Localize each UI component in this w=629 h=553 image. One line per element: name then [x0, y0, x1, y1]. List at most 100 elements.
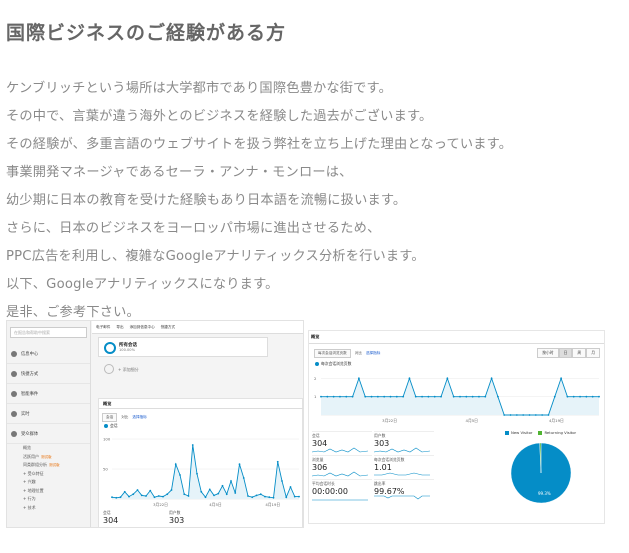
data-point [179, 474, 181, 476]
tab-divider [309, 343, 604, 344]
series-line [111, 444, 299, 499]
data-point [433, 395, 436, 398]
granularity-toggle: 按小时 日 周 月 [537, 348, 600, 358]
data-point [157, 495, 160, 497]
data-point [234, 492, 237, 494]
sessions-line-chart: 100 50 3月22日 4月5日 4月19日 [103, 437, 300, 507]
data-point [541, 414, 544, 416]
data-point [478, 395, 480, 398]
x-tick-label: 4月5日 [466, 418, 479, 423]
data-point [238, 463, 241, 466]
legend-dot-icon [315, 362, 319, 366]
segment-circle-icon [104, 342, 116, 354]
metric-controls: 每次会话浏览页数 对比 选择指标 [314, 349, 380, 358]
add-segment-label: + 添加细分 [118, 367, 139, 372]
sidebar-subitem: 活跃用户 测试版 [7, 453, 90, 462]
dashboard-icon [11, 350, 17, 357]
data-point [351, 395, 354, 398]
x-tick-label: 3月22日 [382, 418, 397, 423]
data-point [534, 414, 537, 416]
data-point [149, 489, 152, 492]
data-point [547, 414, 550, 416]
analytics-sidebar: 在报告和帮助中搜索 信息中心 快捷方式 智能事件 实时 受众群体 概览 活跃用户… [7, 321, 91, 527]
data-point [522, 414, 525, 416]
paragraph-line: 以下、Googleアナリティックスになります。 [6, 277, 279, 292]
paragraph-line: 事業開発マネージャであるセーラ・アンナ・モンローは、 [6, 165, 353, 180]
data-point [509, 414, 512, 416]
legend-label: Returning Visitor [544, 430, 577, 435]
add-segment-circle-icon [104, 364, 114, 374]
sidebar-subitem-label: + 行为 [23, 496, 36, 501]
data-point [389, 395, 392, 398]
add-segment: + 添加细分 [98, 361, 268, 379]
y-tick-label: 50 [103, 467, 108, 472]
legend-label: 会话 [110, 423, 118, 428]
data-point [128, 495, 130, 498]
paragraph-line: 幼少期に日本の教育を受けた経験もあり日本語を流暢に扱います。 [6, 193, 407, 208]
sparkline [312, 499, 368, 501]
data-point [408, 377, 411, 380]
data-point [395, 395, 398, 398]
sparkline [374, 495, 430, 500]
data-point [276, 460, 279, 463]
data-point [560, 377, 562, 380]
data-point [153, 496, 156, 499]
sidebar-subitem: + 受众特征 [7, 470, 90, 479]
data-point [320, 395, 322, 398]
data-point [427, 395, 430, 398]
sidebar-subitem-label: + 受众特征 [23, 470, 44, 476]
sidebar-item-intelligence: 智能事件 [7, 384, 90, 404]
data-point [187, 495, 190, 497]
data-point [145, 495, 147, 497]
select-metric-link: 选择指标 [132, 415, 147, 419]
metric-sessions: 会话 304 [103, 510, 165, 527]
data-point [221, 484, 224, 487]
metric-grid: 会话 304 用户数 303 浏览量 306 每次会话浏览页数 1.01 平均会话时长 0… [312, 431, 434, 501]
data-point [196, 472, 198, 475]
data-point [471, 395, 474, 398]
sparkline [312, 447, 368, 453]
sidebar-subitem: + 技术 [7, 504, 90, 513]
analytics-screenshot-audience: 在报告和帮助中搜索 信息中心 快捷方式 智能事件 实时 受众群体 概览 活跃用户… [6, 320, 304, 528]
paragraph-line: PPC広告を利用し、複雑なGoogleアナリティックス分析を行います。 [6, 249, 425, 264]
data-point [465, 395, 468, 398]
x-tick-label: 3月22日 [153, 502, 168, 507]
overview-panel: 概览 会话 对比 选择指标 会话 100 50 3月22日 4月5日 4月19日 会话 … [98, 398, 303, 527]
view-hour-button: 按小时 [537, 348, 559, 358]
paragraph-line: その中で、言葉が違う海外とのビジネスを経験した過去がございます。 [6, 109, 433, 124]
data-point [289, 486, 292, 488]
data-point [572, 395, 575, 398]
view-month-button: 月 [586, 348, 600, 358]
section-title: 国際ビジネスのご経験がある方 [6, 22, 287, 44]
data-point [281, 480, 283, 482]
vs-label: 对比 [354, 351, 362, 355]
data-point [383, 395, 386, 398]
data-point [264, 495, 266, 498]
metric-pageviews: 浏览量 306 [312, 455, 372, 477]
sidebar-subitem-label: + 地理位置 [23, 487, 44, 493]
data-point [497, 395, 499, 398]
data-point [225, 493, 228, 496]
data-point [217, 492, 220, 495]
data-point [132, 493, 135, 496]
y-tick-label: 2 [314, 376, 317, 381]
data-point [140, 494, 143, 497]
data-point [268, 496, 271, 499]
visitor-pie-chart: 99.3% [510, 442, 572, 504]
x-tick-label: 4月19日 [549, 418, 564, 423]
data-point [446, 377, 449, 380]
metric-sessions: 会话 304 [312, 431, 372, 453]
pages-per-session-line-chart: 2 1 3月22日 4月5日 4月19日 [314, 376, 600, 423]
metric-select: 会话 [102, 413, 118, 422]
shortcut-icon [11, 370, 17, 377]
data-point [285, 496, 288, 499]
data-point [298, 495, 300, 498]
sidebar-item-label: 智能事件 [21, 391, 39, 397]
data-point [484, 395, 487, 398]
sidebar-item-label: 实时 [21, 411, 30, 417]
vs-label: 对比 [121, 415, 129, 419]
data-point [255, 494, 258, 497]
sidebar-subitem-label: + 兴趣 [23, 479, 36, 484]
add-to-dashboard-menu: 添加到信息中心 [129, 324, 155, 329]
sidebar-subitem-label: + 技术 [23, 504, 36, 510]
